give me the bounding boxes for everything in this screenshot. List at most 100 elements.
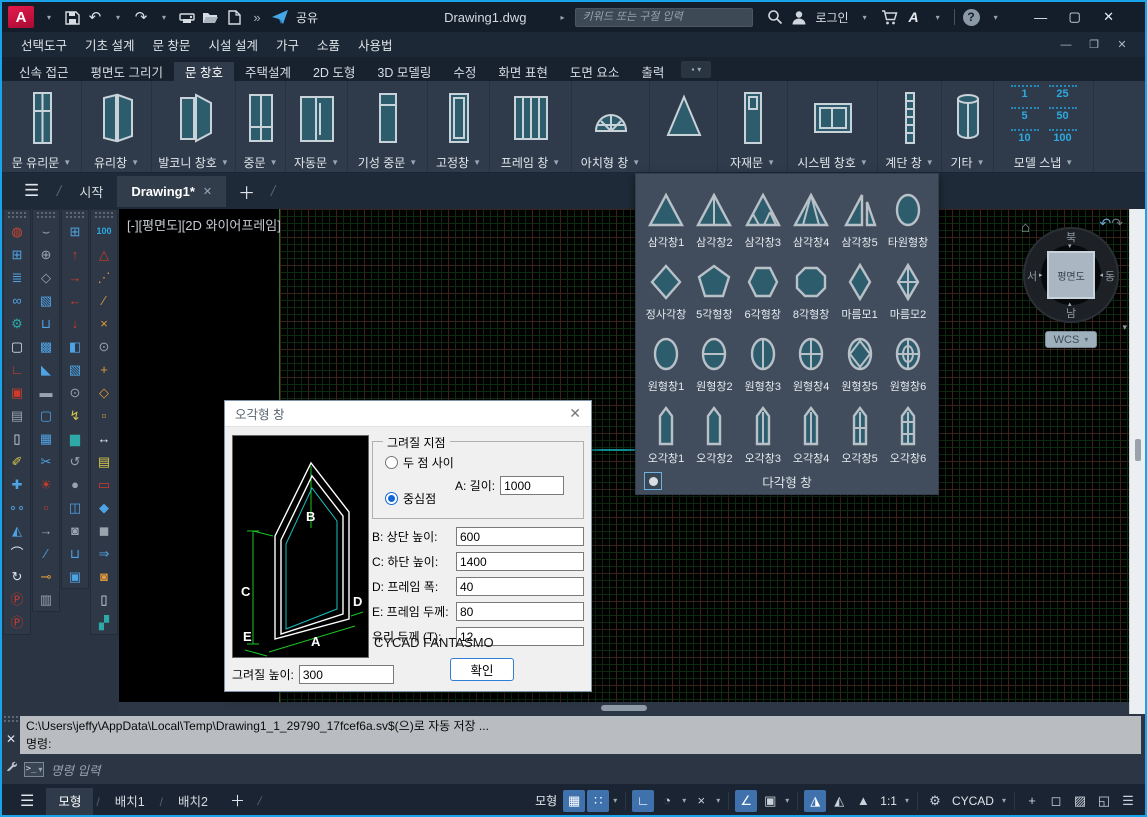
tool-icon[interactable]: ◙ [63,519,87,542]
panel-label[interactable]: 시스템 창호▼ [797,153,867,171]
draw-height-input[interactable] [299,665,394,684]
search-input[interactable] [575,8,753,27]
tool-icon[interactable]: ◍ [5,220,29,243]
flyout-item-원형창1[interactable]: 원형창1 [642,324,690,396]
new-icon[interactable] [226,7,242,27]
tool-icon[interactable]: ▧ [63,358,87,381]
isodraft-toggle[interactable]: × [690,790,712,812]
viewcube-west[interactable]: 서 [1027,268,1037,284]
command-input-row[interactable]: >_▾ 명령 입력 [20,758,1141,780]
tool-icon[interactable]: ◭ [5,519,29,542]
flyout-item-오각창2[interactable]: 오각창2 [690,396,738,468]
panel-label[interactable]: 발코니 창호▼ [158,153,228,171]
tool-icon[interactable]: ▧ [34,289,58,312]
tool-icon[interactable]: ◆ [92,496,116,519]
dropdown-icon[interactable]: ▾ [1000,796,1008,805]
tool-icon[interactable]: ⊕ [34,243,58,266]
radio-center-point[interactable]: 중심점 [385,490,436,507]
flyout-item-8각형창[interactable]: 8각형창 [787,252,835,324]
doc-restore-button[interactable]: ❐ [1081,35,1107,55]
flyout-item-삼각창1[interactable]: 삼각창1 [642,180,690,252]
tool-icon[interactable]: ▬ [34,381,58,404]
menu-item-1[interactable]: 기초 설계 [76,35,143,57]
tool-icon[interactable]: ▭ [92,473,116,496]
cart-icon[interactable] [881,7,898,27]
maximize-button[interactable]: ▢ [1058,4,1092,30]
snap-value[interactable]: 1 [1011,85,1039,107]
workspace-label[interactable]: CYCAD [948,794,998,808]
flyout-item-오각창4[interactable]: 오각창4 [787,396,835,468]
viewcube[interactable]: ⌂ ↶↷ 북 남 서 동 ▾ ▴ ▸ ◂ 평면도 ▾ WCS▾ [999,213,1129,361]
panel-label[interactable]: 자재문▼ [730,153,775,171]
flyout-item-삼각창5[interactable]: 삼각창5 [836,180,884,252]
app-logo-icon[interactable]: A [8,6,34,28]
command-prompt-icon[interactable]: >_▾ [24,762,44,777]
tool-icon[interactable]: ↔ [92,427,116,450]
window-arch-icon[interactable] [588,83,634,153]
undo-icon[interactable]: ↶ [87,7,103,27]
tool-icon[interactable]: ▫ [34,496,58,519]
tool-icon[interactable]: ▦ [34,427,58,450]
tool-icon[interactable]: ✚ [5,473,29,496]
close-button[interactable]: ✕ [1092,4,1126,30]
tool-icon[interactable]: Ⓟ [5,611,29,634]
window-fixed-icon[interactable] [436,83,482,153]
astore-icon[interactable]: A [906,7,922,27]
tool-icon[interactable]: ◼ [92,519,116,542]
tool-icon[interactable]: ⊞ [5,243,29,266]
command-close-icon[interactable]: ✕ [4,732,18,746]
doc-close-button[interactable]: ✕ [1109,35,1135,55]
window-balcony-icon[interactable] [171,83,217,153]
tool-icon[interactable]: ◙ [92,565,116,588]
plot-icon[interactable] [179,7,195,27]
tool-icon[interactable]: ↯ [63,404,87,427]
tool-icon[interactable]: ▣ [5,381,29,404]
tool-icon[interactable]: ✐ [5,450,29,473]
toolbar-grip[interactable] [37,212,55,218]
flyout-item-6각형창[interactable]: 6각형창 [739,252,787,324]
flyout-item-오각창5[interactable]: 오각창5 [836,396,884,468]
new-layout-button[interactable]: ＋ [220,790,255,811]
horizontal-scrollbar[interactable] [119,702,1130,714]
panel-label[interactable]: 아치형 창▼ [581,153,640,171]
home-icon[interactable]: ⌂ [1021,219,1030,236]
tool-icon[interactable]: ∕ [92,289,116,312]
dropdown-icon[interactable]: ▾ [680,796,688,805]
panel-label[interactable]: 자동문▼ [294,153,339,171]
window-system-icon[interactable] [810,83,856,153]
flyout-item-정사각창[interactable]: 정사각창 [642,252,690,324]
layout-menu-icon[interactable]: ☰ [8,791,46,811]
dropdown-icon[interactable]: ▾ [988,7,1004,27]
menu-item-4[interactable]: 가구 [267,35,308,57]
tool-icon[interactable]: △ [92,243,116,266]
crosshair-button[interactable]: + [1021,790,1043,812]
tool-icon[interactable]: × [92,312,116,335]
dropdown-icon[interactable]: ▾ [611,796,619,805]
tool-icon[interactable]: ⊞ [63,220,87,243]
polar-tracking-toggle[interactable]: ◔ [656,790,678,812]
flyout-item-마름모2[interactable]: 마름모2 [884,252,932,324]
toolbar-grip[interactable] [95,212,113,218]
search-expand-icon[interactable]: ▸ [554,7,570,27]
tool-icon[interactable]: ← [63,289,87,312]
tool-icon[interactable]: ↺ [63,450,87,473]
flyout-item-삼각창3[interactable]: 삼각창3 [739,180,787,252]
viewcube-ring[interactable]: 북 남 서 동 ▾ ▴ ▸ ◂ 평면도 [1023,227,1119,323]
tool-icon[interactable]: ⇒ [92,542,116,565]
flyout-item-삼각창2[interactable]: 삼각창2 [690,180,738,252]
panel-label[interactable]: 계단 창▼ [885,153,933,171]
object-snap-tracking-toggle[interactable]: ∠ [735,790,757,812]
tool-icon[interactable]: ⌒ [5,542,29,565]
model-snap-grid[interactable]: 12555010100 [1011,83,1077,153]
annotation-visibility-toggle[interactable]: ◮ [804,790,826,812]
tool-icon[interactable]: + [92,358,116,381]
dropdown-icon[interactable]: ▾ [930,7,946,27]
tool-icon[interactable]: Ⓟ [5,588,29,611]
tool-icon[interactable]: ☀ [34,473,58,496]
save-icon[interactable] [64,7,80,27]
object-snap-toggle[interactable]: ▣ [759,790,781,812]
tool-icon[interactable]: ↻ [5,565,29,588]
share-plane-icon[interactable] [272,7,289,27]
flyout-item-5각형창[interactable]: 5각형창 [690,252,738,324]
tool-icon[interactable]: ∕ [34,542,58,565]
